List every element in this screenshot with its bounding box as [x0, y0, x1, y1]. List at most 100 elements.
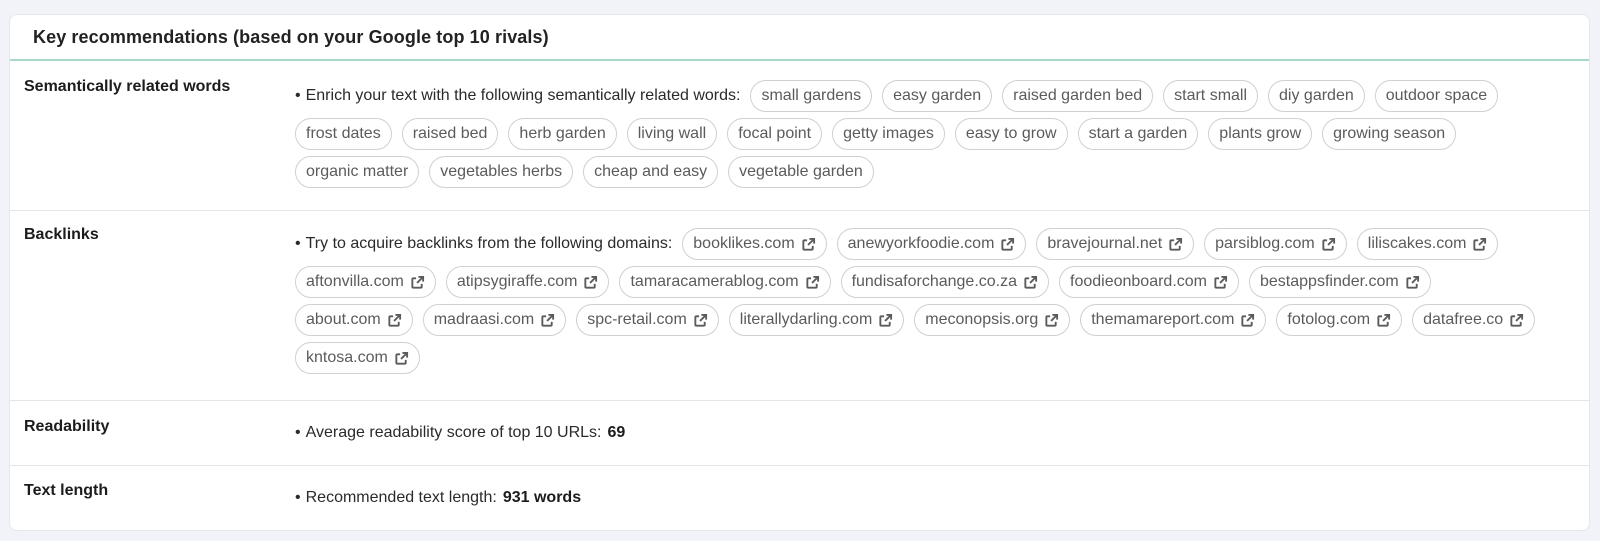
semantic-word-tag[interactable]: focal point: [727, 118, 823, 150]
semantic-word-tag[interactable]: start small: [1163, 80, 1259, 112]
semantic-word-tag[interactable]: living wall: [626, 118, 718, 150]
backlink-domain-text: liliscakes.com: [1367, 235, 1467, 252]
backlink-domains-list: • Try to acquire backlinks from the foll…: [295, 228, 1549, 374]
semantic-word-tag[interactable]: easy to grow: [954, 118, 1068, 150]
external-link-icon: [693, 313, 708, 328]
semantic-word-tag[interactable]: start a garden: [1077, 118, 1199, 150]
backlinks-intro-text: Try to acquire backlinks from the follow…: [305, 235, 673, 252]
backlinks-intro: • Try to acquire backlinks from the foll…: [295, 228, 672, 260]
backlink-domain-link[interactable]: atipsygiraffe.com: [445, 266, 610, 298]
backlink-domain-text: literallydarling.com: [739, 311, 873, 328]
backlinks-row: Backlinks • Try to acquire backlinks fro…: [10, 211, 1589, 401]
backlink-domain-link[interactable]: bravejournal.net: [1036, 228, 1195, 260]
semantic-words-intro-text: Enrich your text with the following sema…: [305, 87, 741, 104]
semantic-word-tag[interactable]: raised bed: [401, 118, 499, 150]
backlink-domain-link[interactable]: aftonvilla.com: [295, 266, 436, 298]
backlink-domain-link[interactable]: themamareport.com: [1080, 304, 1267, 336]
external-link-icon: [805, 275, 820, 290]
external-link-icon: [1240, 313, 1255, 328]
backlink-domain-text: booklikes.com: [693, 235, 795, 252]
readability-text: Average readability score of top 10 URLs…: [305, 424, 602, 441]
bullet: •: [295, 87, 301, 104]
backlink-domain-text: tamaracamerablog.com: [630, 273, 799, 290]
text-length-value: 931 words: [502, 489, 582, 506]
external-link-icon: [1023, 275, 1038, 290]
backlink-domain-text: parsiblog.com: [1215, 235, 1315, 252]
backlinks-label: Backlinks: [24, 226, 99, 243]
external-link-icon: [410, 275, 425, 290]
card-header: Key recommendations (based on your Googl…: [10, 15, 1589, 61]
semantic-words-content: • Enrich your text with the following se…: [295, 61, 1589, 210]
backlink-domain-link[interactable]: literallydarling.com: [728, 304, 905, 336]
external-link-icon: [1376, 313, 1391, 328]
external-link-icon: [387, 313, 402, 328]
backlink-domain-text: datafree.co: [1423, 311, 1504, 328]
semantic-word-tag[interactable]: diy garden: [1268, 80, 1365, 112]
text-length-label: Text length: [24, 482, 109, 499]
semantic-word-tag[interactable]: vegetables herbs: [429, 156, 574, 188]
semantic-word-tag[interactable]: organic matter: [295, 156, 420, 188]
semantic-word-tag[interactable]: cheap and easy: [583, 156, 719, 188]
external-link-icon: [1168, 237, 1183, 252]
backlink-domain-text: about.com: [306, 311, 381, 328]
external-link-icon: [1213, 275, 1228, 290]
readability-row: Readability • Average readability score …: [10, 401, 1589, 466]
semantic-word-tag[interactable]: plants grow: [1208, 118, 1313, 150]
backlink-domain-text: fotolog.com: [1287, 311, 1371, 328]
backlink-domain-link[interactable]: about.com: [295, 304, 413, 336]
backlink-domain-link[interactable]: fotolog.com: [1276, 304, 1403, 336]
key-recommendations-card: Key recommendations (based on your Googl…: [9, 14, 1590, 531]
backlink-domain-link[interactable]: liliscakes.com: [1356, 228, 1499, 260]
backlink-domain-text: aftonvilla.com: [306, 273, 404, 290]
semantic-word-tag[interactable]: easy garden: [882, 80, 993, 112]
external-link-icon: [1472, 237, 1487, 252]
semantic-word-tag[interactable]: outdoor space: [1374, 80, 1499, 112]
backlink-domain-link[interactable]: parsiblog.com: [1204, 228, 1347, 260]
semantic-words-list: • Enrich your text with the following se…: [295, 80, 1549, 188]
backlink-domain-link[interactable]: foodieonboard.com: [1059, 266, 1239, 298]
external-link-icon: [801, 237, 816, 252]
external-link-icon: [583, 275, 598, 290]
external-link-icon: [1321, 237, 1336, 252]
semantic-word-tag[interactable]: growing season: [1322, 118, 1457, 150]
external-link-icon: [1509, 313, 1524, 328]
semantic-word-tag[interactable]: vegetable garden: [728, 156, 874, 188]
backlink-domain-text: madraasi.com: [433, 311, 535, 328]
readability-label: Readability: [24, 418, 110, 435]
backlink-domain-link[interactable]: spc-retail.com: [576, 304, 719, 336]
backlink-domain-link[interactable]: fundisaforchange.co.za: [840, 266, 1050, 298]
backlink-domain-link[interactable]: meconopsis.org: [914, 304, 1071, 336]
backlink-domain-link[interactable]: datafree.co: [1412, 304, 1536, 336]
semantic-words-row: Semantically related words • Enrich your…: [10, 61, 1589, 211]
backlink-domain-text: fundisaforchange.co.za: [851, 273, 1018, 290]
backlink-domain-text: meconopsis.org: [925, 311, 1039, 328]
backlink-domain-text: bravejournal.net: [1047, 235, 1163, 252]
bullet: •: [295, 489, 301, 506]
backlink-domain-text: bestappsfinder.com: [1260, 273, 1399, 290]
backlink-domain-link[interactable]: booklikes.com: [682, 228, 827, 260]
semantic-word-tag[interactable]: raised garden bed: [1002, 80, 1154, 112]
backlink-domain-text: kntosa.com: [306, 349, 388, 366]
text-length-text: Recommended text length:: [305, 489, 497, 506]
semantic-word-tag[interactable]: herb garden: [508, 118, 617, 150]
external-link-icon: [1000, 237, 1015, 252]
text-length-line: • Recommended text length: 931 words: [295, 488, 1549, 508]
semantic-word-tag[interactable]: small gardens: [750, 80, 873, 112]
backlink-domain-link[interactable]: tamaracamerablog.com: [619, 266, 831, 298]
semantic-word-tag[interactable]: frost dates: [295, 118, 392, 150]
semantic-words-intro: • Enrich your text with the following se…: [295, 80, 740, 112]
backlink-domain-link[interactable]: bestappsfinder.com: [1249, 266, 1431, 298]
external-link-icon: [1044, 313, 1059, 328]
semantic-word-tag[interactable]: getty images: [832, 118, 945, 150]
backlink-domain-link[interactable]: kntosa.com: [295, 342, 420, 374]
backlink-domain-text: atipsygiraffe.com: [456, 273, 578, 290]
bullet: •: [295, 235, 301, 252]
text-length-row: Text length • Recommended text length: 9…: [10, 466, 1589, 530]
readability-content: • Average readability score of top 10 UR…: [295, 401, 1589, 465]
backlink-domain-link[interactable]: anewyorkfoodie.com: [836, 228, 1027, 260]
backlink-domain-link[interactable]: madraasi.com: [422, 304, 567, 336]
semantic-words-label: Semantically related words: [24, 78, 231, 95]
backlink-domain-text: anewyorkfoodie.com: [847, 235, 995, 252]
backlink-domain-text: spc-retail.com: [587, 311, 687, 328]
backlinks-content: • Try to acquire backlinks from the foll…: [295, 211, 1589, 400]
